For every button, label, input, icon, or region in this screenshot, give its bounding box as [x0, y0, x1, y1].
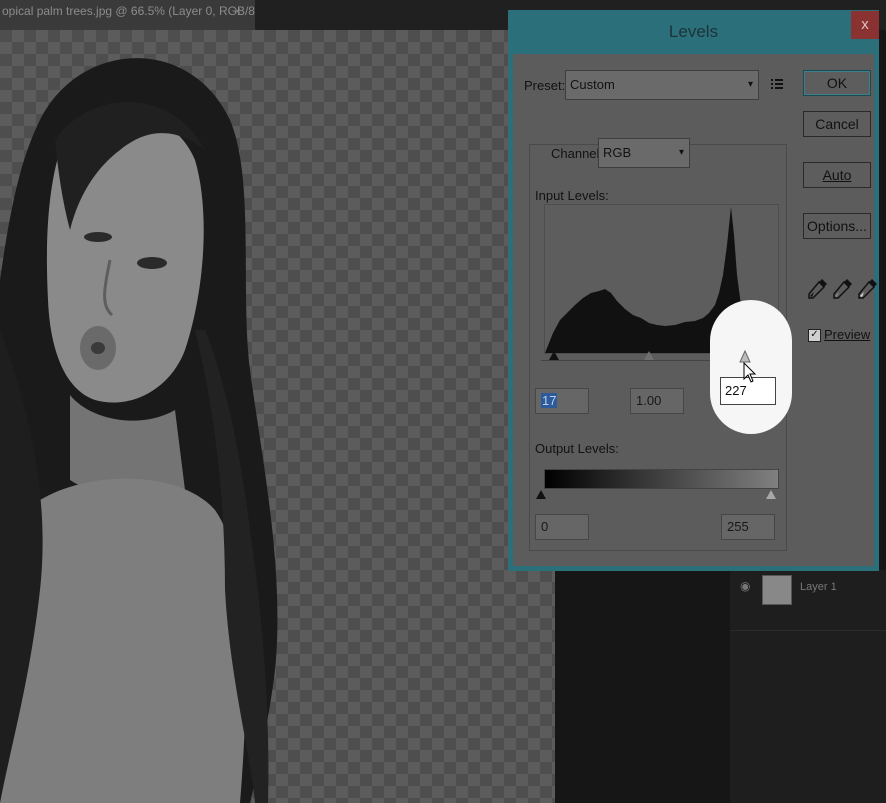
layer-name: Layer 1 — [800, 581, 837, 593]
document-canvas[interactable] — [0, 30, 555, 803]
mouse-cursor-icon — [743, 362, 757, 383]
gray-eyedropper-icon[interactable] — [831, 276, 855, 300]
preview-checkbox[interactable]: ✓ — [808, 329, 821, 342]
layer-row[interactable]: ◉ Layer 1 — [735, 575, 885, 605]
dialog-title: Levels — [668, 22, 719, 41]
chevron-down-icon: ▾ — [747, 79, 753, 90]
list-options-icon[interactable] — [770, 77, 784, 91]
preset-select[interactable]: Custom ▾ — [565, 70, 759, 100]
panel-divider — [730, 630, 886, 631]
options-button[interactable]: Options... — [803, 213, 871, 239]
channel-value: RGB — [603, 145, 632, 160]
output-black-field[interactable]: 0 — [535, 514, 589, 540]
output-white-slider[interactable] — [766, 490, 776, 499]
input-gamma-field[interactable]: 1.00 — [630, 388, 684, 414]
output-levels-label: Output Levels: — [535, 441, 619, 456]
document-tab[interactable]: opical palm trees.jpg @ 66.5% (Layer 0, … — [0, 0, 255, 30]
dialog-body: Preset: Custom ▾ OK Cancel Auto Options.… — [513, 54, 877, 566]
cancel-button[interactable]: Cancel — [803, 111, 871, 137]
preset-value: Custom — [570, 77, 615, 92]
chevron-down-icon: ▾ — [678, 147, 684, 158]
input-levels-label: Input Levels: — [535, 188, 609, 203]
preview-label: Preview — [824, 327, 871, 342]
levels-dialog: Levels x Preset: Custom ▾ OK Cancel Auto… — [508, 10, 879, 571]
dialog-close-button[interactable]: x — [851, 11, 879, 39]
output-white-field[interactable]: 255 — [721, 514, 775, 540]
black-eyedropper-icon[interactable] — [806, 276, 830, 300]
input-gamma-slider[interactable] — [644, 351, 654, 360]
ok-button[interactable]: OK — [803, 70, 871, 96]
white-eyedropper-icon[interactable] — [856, 276, 880, 300]
output-black-slider[interactable] — [536, 490, 546, 499]
preset-label: Preset: — [524, 78, 566, 93]
eye-icon[interactable]: ◉ — [740, 579, 750, 593]
input-black-field[interactable]: 17 — [535, 388, 589, 414]
output-gradient — [544, 469, 779, 489]
close-tab-icon[interactable]: × — [234, 0, 241, 22]
auto-label: Auto — [822, 167, 852, 183]
layer-thumbnail — [762, 575, 792, 605]
input-black-slider[interactable] — [549, 351, 559, 360]
document-tab-title: opical palm trees.jpg @ 66.5% (Layer 0, … — [2, 4, 255, 18]
photo-subject — [0, 58, 278, 803]
auto-button[interactable]: Auto — [803, 162, 871, 188]
channel-select[interactable]: RGB ▾ — [598, 138, 690, 168]
